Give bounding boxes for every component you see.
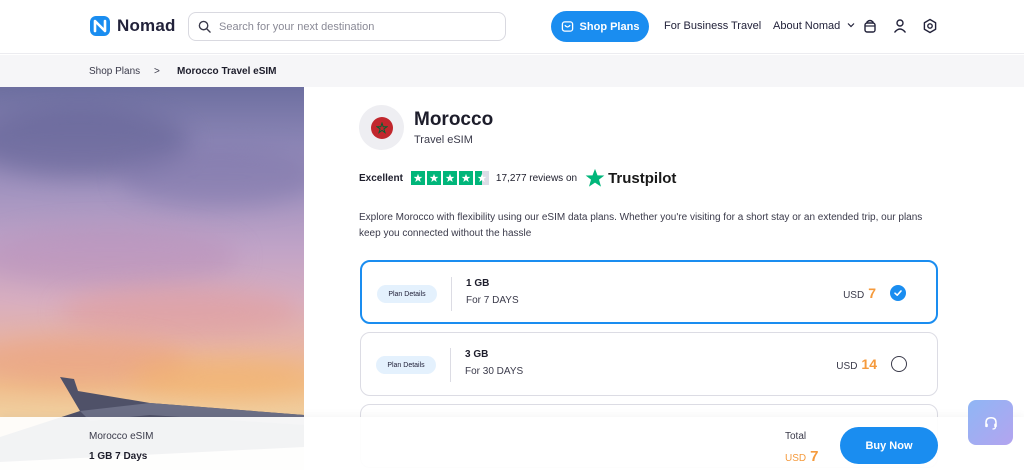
plan-details-button[interactable]: Plan Details [376,356,436,374]
footer-product: Morocco eSIM [89,431,154,442]
nav-travel[interactable]: Travel [731,20,761,32]
gear-icon[interactable] [922,18,938,34]
breadcrumb: Shop Plans > Morocco Travel eSIM [0,55,1024,87]
nav-for-business[interactable]: For Business [664,20,728,32]
total-currency: USD [785,453,807,464]
total-amount: 7 [810,448,819,465]
buy-now-button[interactable]: Buy Now [840,427,938,464]
breadcrumb-shop-plans[interactable]: Shop Plans [89,66,140,77]
support-chat-button[interactable] [968,400,1013,445]
breadcrumb-current: Morocco Travel eSIM [177,66,277,77]
star-icon [458,171,473,185]
total-price: USD 7 [785,448,818,465]
total-label: Total [785,431,807,442]
plan-card-1gb[interactable]: Plan Details 1 GB For 7 DAYS USD 7 [360,260,938,324]
divider [451,277,452,311]
search-box[interactable] [188,12,506,41]
product-subtitle: Travel eSIM [414,134,473,146]
check-icon[interactable] [890,285,906,301]
checkout-bar: Morocco eSIM 1 GB 7 Days Total USD 7 Buy… [0,417,1024,470]
plan-currency: USD [843,290,865,301]
rating-label: Excellent [359,172,403,184]
trustpilot-name: Trustpilot [608,169,677,187]
plan-duration: For 30 DAYS [465,366,524,377]
plan-radio[interactable] [891,356,907,372]
user-icon[interactable] [892,18,908,34]
product-description: Explore Morocco with flexibility using o… [359,212,923,239]
store-icon [561,21,573,32]
chevron-down-icon [847,23,855,28]
trustpilot-logo: Trustpilot [585,168,676,188]
brand-logo[interactable]: Nomad [89,15,176,37]
plan-details-button[interactable]: Plan Details [377,285,437,303]
shop-plans-label: Shop Plans [579,20,640,33]
trustpilot-rating[interactable]: Excellent 17,277 reviews on Trustpilot [359,168,676,188]
brand-name: Nomad [117,16,176,35]
hero-image [0,87,304,470]
bag-icon[interactable] [862,18,878,34]
plan-amount: 14 [861,356,877,372]
search-icon [198,20,211,33]
breadcrumb-separator: > [154,66,160,77]
morocco-flag-icon [370,116,393,139]
rating-stars [410,171,489,185]
country-flag [359,105,404,150]
search-input[interactable] [219,20,489,33]
star-icon [426,171,441,185]
plan-data-amount: 1 GB [466,278,490,289]
plan-price: USD 14 [836,356,877,372]
shop-plans-button[interactable]: Shop Plans [551,11,649,42]
nomad-logo-icon [90,16,110,36]
plan-amount: 7 [868,285,876,301]
review-count: 17,277 reviews on [495,172,578,184]
nav-about-nomad[interactable]: About Nomad [773,20,855,32]
footer-summary: 1 GB 7 Days [89,451,148,462]
country-title: Morocco [414,109,494,130]
divider [450,348,451,382]
half-star-icon [474,171,489,185]
plan-card-3gb[interactable]: Plan Details 3 GB For 30 DAYS USD 14 [360,332,938,396]
trustpilot-star-icon [585,168,605,187]
plan-data-amount: 3 GB [465,349,489,360]
plan-duration: For 7 DAYS [466,295,519,306]
plan-currency: USD [836,361,858,372]
star-icon [442,171,457,185]
headset-icon [984,416,997,430]
top-header: Nomad Shop Plans For Business Travel Abo… [0,0,1024,54]
star-icon [410,171,425,185]
nav-about-label: About Nomad [773,20,841,32]
plan-price: USD 7 [843,285,876,301]
